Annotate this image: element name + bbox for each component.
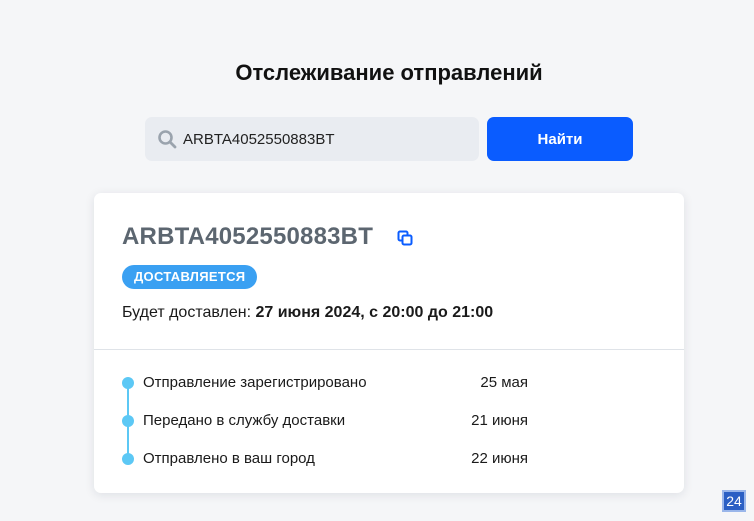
page-title: Отслеживание отправлений — [235, 60, 543, 85]
delivery-info: Будет доставлен: 27 июня 2024, с 20:00 д… — [122, 304, 493, 322]
shipment-card: ARBTA4052550883BT ДОСТАВЛЯЕТСЯ Будет дос… — [94, 193, 684, 493]
find-button[interactable]: Найти — [487, 117, 633, 161]
timeline-dot — [122, 453, 134, 465]
copy-icon[interactable] — [397, 230, 413, 246]
timeline-event: Передано в службу доставки 21 июня — [122, 411, 528, 431]
search-row: Найти — [145, 117, 633, 161]
event-date: 22 июня — [471, 450, 528, 467]
timeline-event: Отправлено в ваш город 22 июня — [122, 449, 528, 469]
delivery-label: Будет доставлен: — [122, 304, 256, 321]
event-date: 21 июня — [471, 412, 528, 429]
timeline-dot — [122, 377, 134, 389]
search-input[interactable] — [183, 117, 473, 161]
event-label: Отправление зарегистрировано — [143, 374, 367, 391]
delivery-date: 27 июня 2024, с 20:00 до 21:00 — [255, 304, 494, 321]
divider — [94, 349, 684, 350]
timeline-dot — [122, 415, 134, 427]
search-box[interactable] — [145, 117, 479, 161]
timeline-event: Отправление зарегистрировано 25 мая — [122, 373, 528, 393]
tracking-number: ARBTA4052550883BT — [122, 223, 374, 250]
event-label: Передано в службу доставки — [143, 412, 346, 429]
corner-badge[interactable]: 24 — [722, 490, 746, 512]
search-icon — [157, 129, 177, 149]
event-label: Отправлено в ваш город — [143, 450, 315, 467]
event-date: 25 мая — [480, 374, 528, 391]
status-badge: ДОСТАВЛЯЕТСЯ — [122, 265, 258, 289]
